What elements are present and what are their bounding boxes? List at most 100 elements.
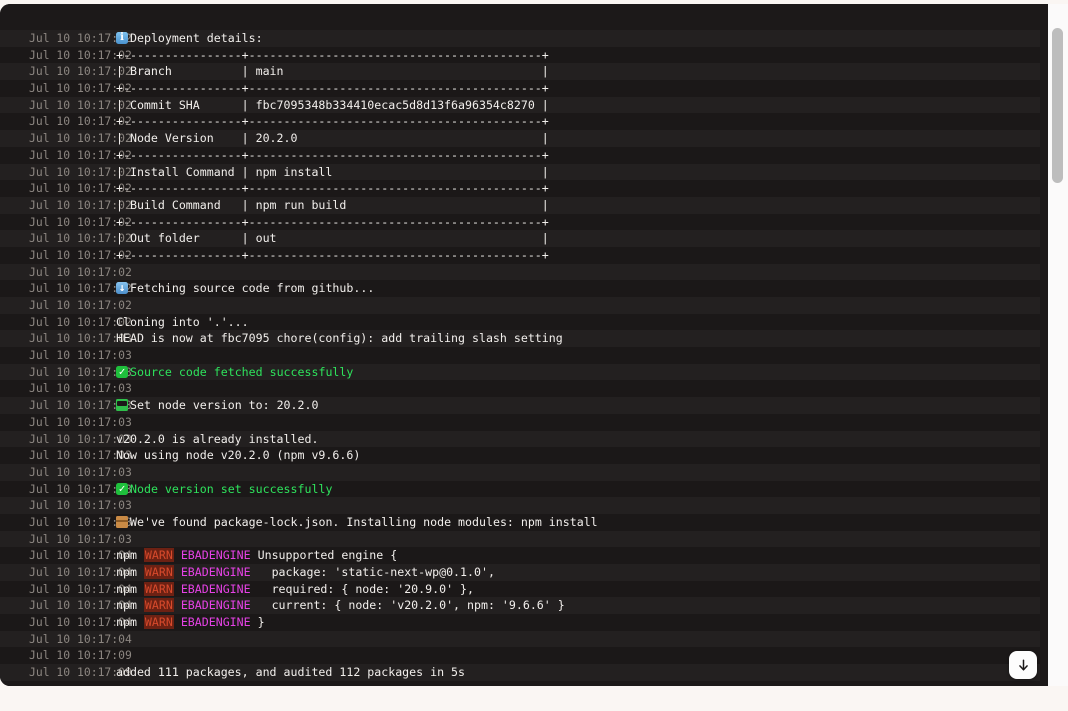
- log-row: Jul 10 10:17:02+-----------------+------…: [0, 47, 1040, 64]
- log-text: +-----------------+---------------------…: [116, 114, 549, 128]
- log-message: | Commit SHA | fbc7095348b334410ecac5d8d…: [113, 97, 1040, 114]
- log-row: Jul 10 10:17:02+-----------------+------…: [0, 113, 1040, 130]
- log-row: Jul 10 10:17:03: [0, 497, 1040, 514]
- log-row: Jul 10 10:17:03: [0, 347, 1040, 364]
- check-icon: [116, 483, 128, 495]
- log-row: Jul 10 10:17:02+-----------------+------…: [0, 80, 1040, 97]
- log-message: npm WARN EBADENGINE Unsupported engine {: [113, 547, 1040, 564]
- log-text: Now using node v20.2.0 (npm v9.6.6): [116, 448, 360, 462]
- log-timestamp: Jul 10 10:17:04: [0, 547, 113, 564]
- log-row: Jul 10 10:17:03 Source code fetched succe…: [0, 364, 1040, 381]
- npm-warn-text: required: { node: '20.9.0' },: [258, 582, 474, 596]
- log-message: Now using node v20.2.0 (npm v9.6.6): [113, 447, 1040, 464]
- log-row: Jul 10 10:17:03We've found package-lock.…: [0, 514, 1040, 531]
- npm-error-code: EBADENGINE: [174, 598, 258, 612]
- npm-warn-badge: WARN: [144, 565, 174, 579]
- log-text: +-----------------+---------------------…: [116, 248, 549, 262]
- deployment-log-panel: Jul 10 10:17:02Deployment details:Jul 10…: [0, 4, 1060, 686]
- computer-icon: [116, 399, 128, 411]
- log-message: Source code fetched successfully: [113, 364, 1040, 381]
- log-message: Cloning into '.'...: [113, 314, 1040, 331]
- log-scrollbar-track[interactable]: [1048, 4, 1068, 686]
- npm-warn-text: current: { node: 'v20.2.0', npm: '9.6.6'…: [258, 598, 565, 612]
- check-icon: [116, 366, 128, 378]
- log-row: Jul 10 10:17:04npm WARN EBADENGINE Unsup…: [0, 547, 1040, 564]
- log-text: Set node version to: 20.2.0: [130, 398, 318, 412]
- npm-error-code: EBADENGINE: [174, 565, 258, 579]
- log-message: +-----------------+---------------------…: [113, 247, 1040, 264]
- npm-error-code: EBADENGINE: [174, 548, 258, 562]
- log-timestamp: Jul 10 10:17:03: [0, 447, 113, 464]
- log-scrollbar-thumb[interactable]: [1052, 28, 1063, 183]
- log-text: v20.2.0 is already installed.: [116, 432, 318, 446]
- log-message: We've found package-lock.json. Installin…: [113, 514, 1040, 531]
- scroll-to-bottom-button[interactable]: [1009, 651, 1037, 679]
- log-text: added 111 packages, and audited 112 pack…: [116, 665, 465, 679]
- log-text: +-----------------+---------------------…: [116, 215, 549, 229]
- log-timestamp: Jul 10 10:17:02: [0, 230, 113, 247]
- log-timestamp: Jul 10 10:17:03: [0, 364, 113, 381]
- log-text: Cloning into '.'...: [116, 315, 249, 329]
- log-row: Jul 10 10:17:04npm WARN EBADENGINE packa…: [0, 564, 1040, 581]
- log-row: Jul 10 10:17:04npm WARN EBADENGINE }: [0, 614, 1040, 631]
- log-timestamp: Jul 10 10:17:02: [0, 147, 113, 164]
- log-text: | Branch | main |: [116, 64, 549, 78]
- log-text: Node version set successfully: [130, 482, 332, 496]
- log-message: +-----------------+---------------------…: [113, 113, 1040, 130]
- package-icon: [116, 516, 128, 528]
- log-row: Jul 10 10:17:03Set node version to: 20.2…: [0, 397, 1040, 414]
- log-row: Jul 10 10:17:02| Commit SHA | fbc7095348…: [0, 97, 1040, 114]
- npm-prefix: npm: [116, 598, 144, 612]
- npm-warn-text: package: 'static-next-wp@0.1.0',: [258, 565, 495, 579]
- npm-error-code: EBADENGINE: [174, 582, 258, 596]
- npm-prefix: npm: [116, 565, 144, 579]
- log-message: +-----------------+---------------------…: [113, 47, 1040, 64]
- log-row: Jul 10 10:17:03: [0, 414, 1040, 431]
- log-row: Jul 10 10:17:09: [0, 647, 1040, 664]
- npm-warn-badge: WARN: [144, 582, 174, 596]
- log-row: Jul 10 10:17:02+-----------------+------…: [0, 147, 1040, 164]
- log-row: Jul 10 10:17:02| Install Command | npm i…: [0, 164, 1040, 181]
- log-row: Jul 10 10:17:04npm WARN EBADENGINE requi…: [0, 581, 1040, 598]
- log-row: Jul 10 10:17:03: [0, 464, 1040, 481]
- log-message: | Build Command | npm run build |: [113, 197, 1040, 214]
- log-text: HEAD is now at fbc7095 chore(config): ad…: [116, 331, 563, 345]
- npm-warn-badge: WARN: [144, 615, 174, 629]
- log-timestamp: Jul 10 10:17:03: [0, 330, 113, 347]
- log-text: | Node Version | 20.2.0 |: [116, 131, 549, 145]
- download-icon: [116, 282, 128, 294]
- log-timestamp: Jul 10 10:17:03: [0, 464, 113, 481]
- log-timestamp: Jul 10 10:17:02: [0, 113, 113, 130]
- log-message: npm WARN EBADENGINE required: { node: '2…: [113, 581, 1040, 598]
- log-row: Jul 10 10:17:02Fetching source code from…: [0, 280, 1040, 297]
- log-text: Deployment details:: [130, 31, 263, 45]
- log-text: | Commit SHA | fbc7095348b334410ecac5d8d…: [116, 98, 549, 112]
- log-row: Jul 10 10:17:02| Out folder | out |: [0, 230, 1040, 247]
- log-viewport[interactable]: Jul 10 10:17:02Deployment details:Jul 10…: [0, 4, 1040, 686]
- log-text: +-----------------+---------------------…: [116, 148, 549, 162]
- log-text: +-----------------+---------------------…: [116, 48, 549, 62]
- log-row: Jul 10 10:17:09added 111 packages, and a…: [0, 664, 1040, 681]
- log-message: +-----------------+---------------------…: [113, 80, 1040, 97]
- log-message: added 111 packages, and audited 112 pack…: [113, 664, 1040, 681]
- log-row: Jul 10 10:17:03v20.2.0 is already instal…: [0, 431, 1040, 448]
- log-row: Jul 10 10:17:04npm WARN EBADENGINE curre…: [0, 597, 1040, 614]
- log-text: | Build Command | npm run build |: [116, 198, 549, 212]
- log-text: +-----------------+---------------------…: [116, 181, 549, 195]
- log-row: Jul 10 10:17:02+-----------------+------…: [0, 180, 1040, 197]
- log-timestamp: Jul 10 10:17:09: [0, 647, 113, 664]
- log-timestamp: Jul 10 10:17:02: [0, 97, 113, 114]
- log-text: Fetching source code from github...: [130, 281, 374, 295]
- log-message: npm WARN EBADENGINE current: { node: 'v2…: [113, 597, 1040, 614]
- log-timestamp: Jul 10 10:17:02: [0, 264, 113, 281]
- log-row: Jul 10 10:17:02| Node Version | 20.2.0 |: [0, 130, 1040, 147]
- log-text: +-----------------+---------------------…: [116, 81, 549, 95]
- log-timestamp: Jul 10 10:17:03: [0, 531, 113, 548]
- log-text: Source code fetched successfully: [130, 365, 353, 379]
- log-timestamp: Jul 10 10:17:03: [0, 431, 113, 448]
- log-row: Jul 10 10:17:02Deployment details:: [0, 30, 1040, 47]
- log-timestamp: Jul 10 10:17:04: [0, 597, 113, 614]
- page-root: Jul 10 10:17:02Deployment details:Jul 10…: [0, 0, 1068, 711]
- log-message: npm WARN EBADENGINE }: [113, 614, 1040, 631]
- log-row: Jul 10 10:17:02: [0, 297, 1040, 314]
